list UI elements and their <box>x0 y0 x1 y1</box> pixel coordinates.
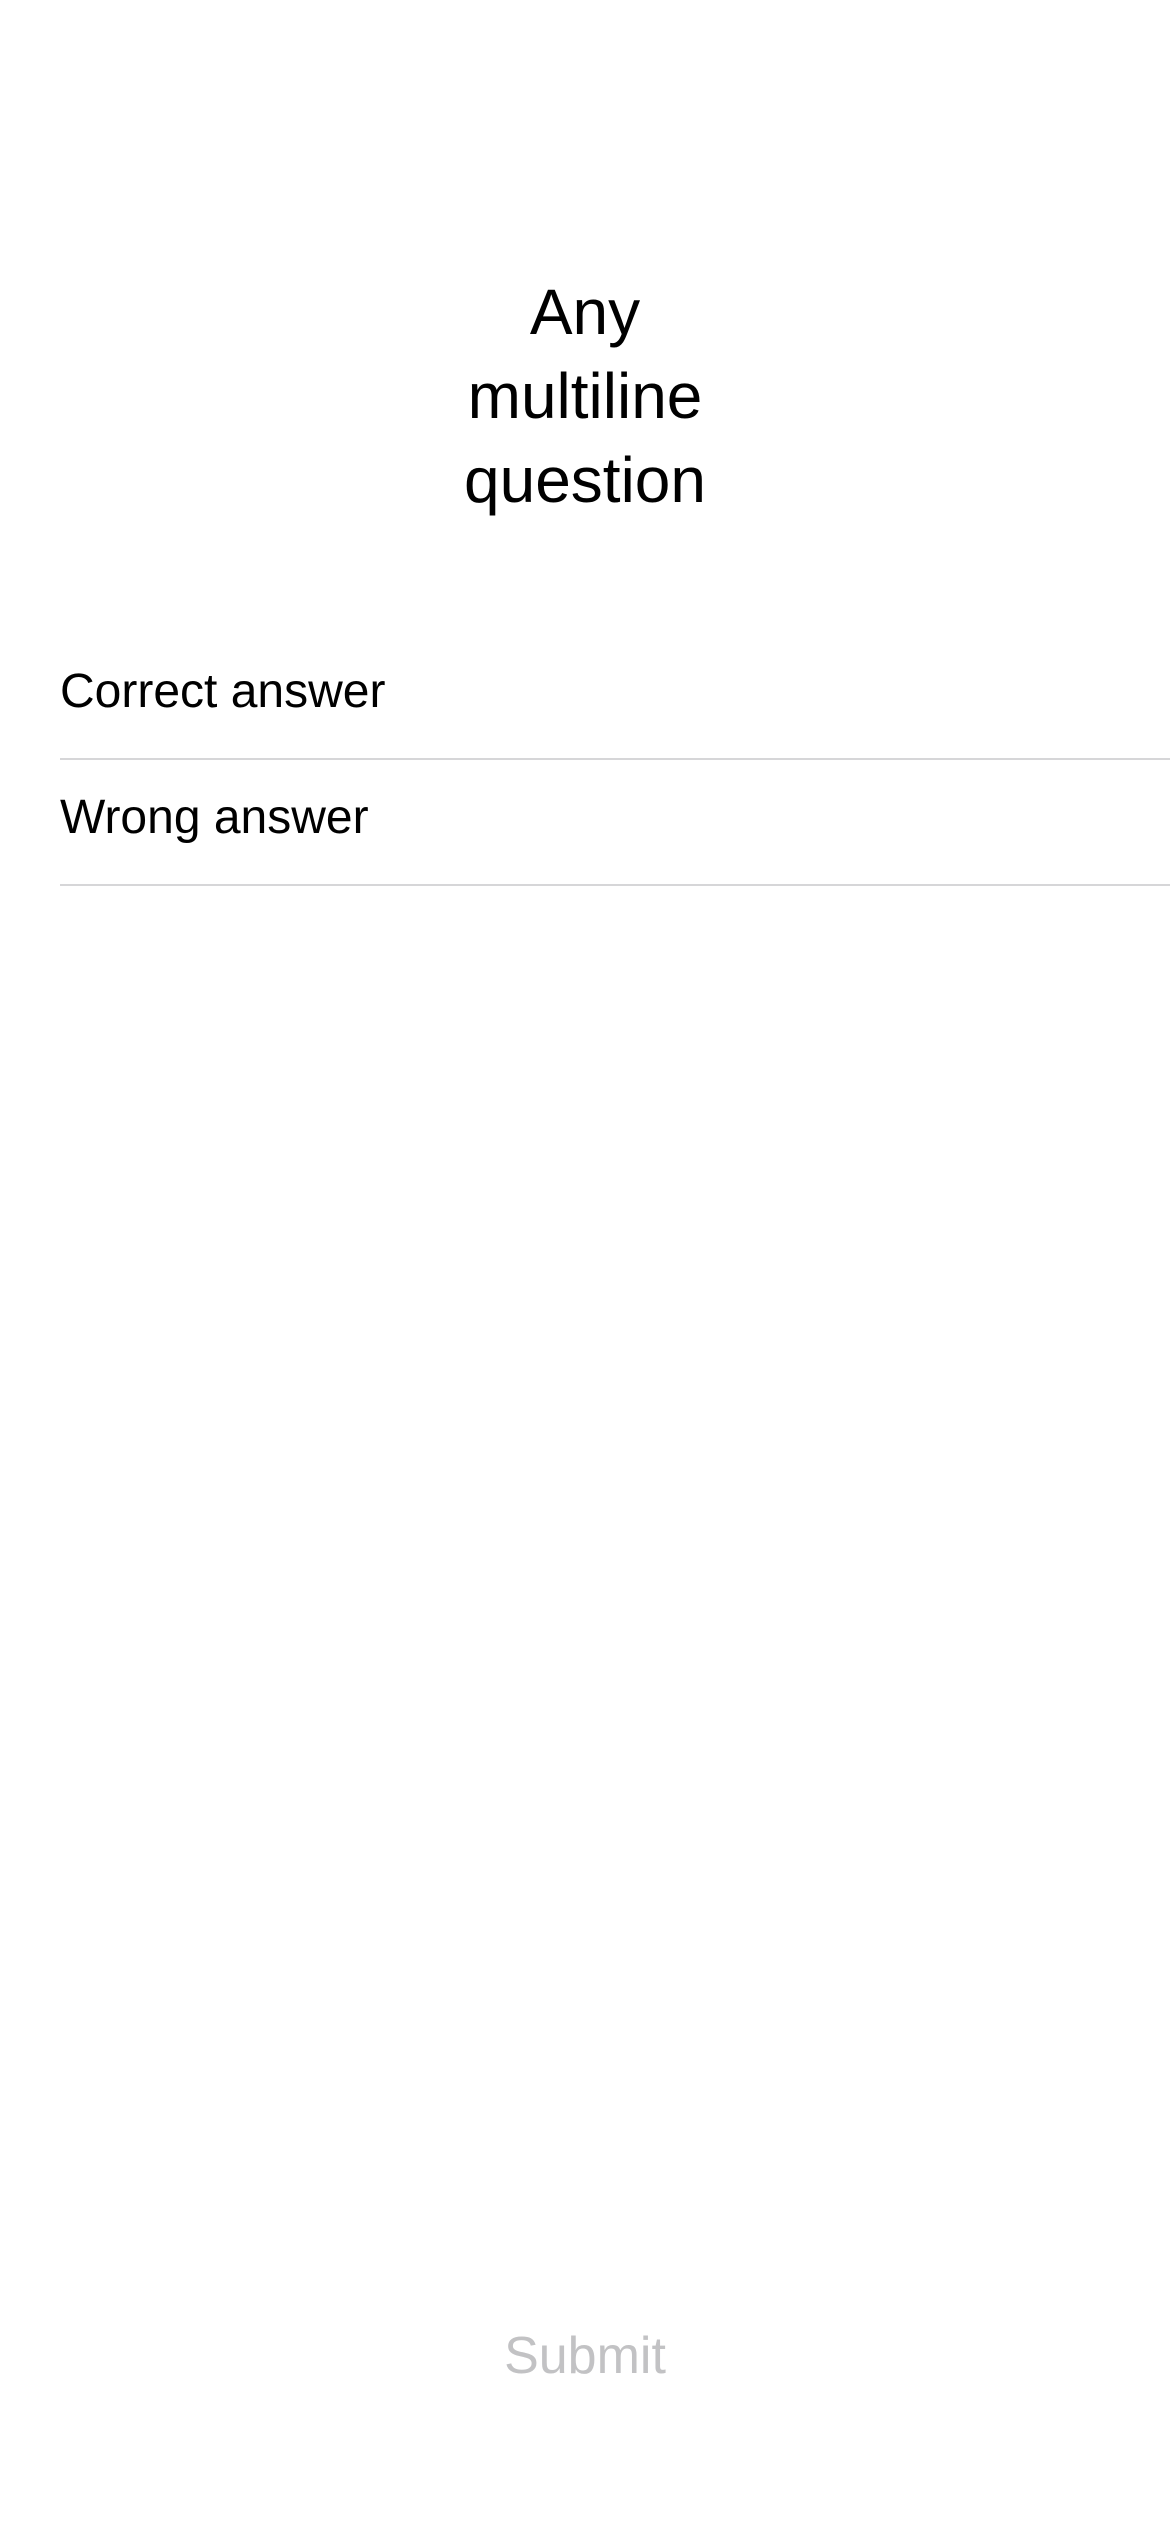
answer-label: Wrong answer <box>60 791 369 844</box>
answer-list: Correct answer Wrong answer <box>60 634 1170 886</box>
question-line-2: multiline <box>467 360 703 432</box>
question-title: Any multiline question <box>0 270 1170 522</box>
question-line-3: question <box>464 444 706 516</box>
answer-option-wrong[interactable]: Wrong answer <box>60 760 1170 886</box>
answer-option-correct[interactable]: Correct answer <box>60 634 1170 760</box>
answer-label: Correct answer <box>60 665 386 718</box>
question-line-1: Any <box>529 276 641 348</box>
submit-button[interactable]: Submit <box>0 2320 1170 2392</box>
